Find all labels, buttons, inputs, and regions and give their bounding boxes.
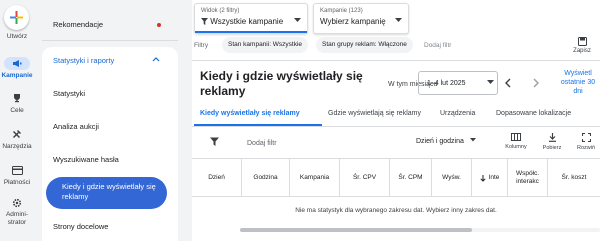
chevron-down-icon	[294, 18, 301, 22]
col-header-interaction-rate[interactable]: Współc. interakc	[508, 159, 548, 197]
rail-item-campaigns[interactable]	[4, 57, 30, 70]
empty-table-message: Nie ma statystyk dla wybranego zakresu d…	[295, 207, 497, 214]
filter-icon	[201, 18, 208, 25]
download-icon	[548, 133, 556, 142]
table-header: Dzień Godzina Kampania Śr. CPV Śr. CPM W…	[192, 159, 600, 197]
rail-label-campaigns: Kampanie	[1, 72, 33, 79]
rail-item-goals[interactable]	[6, 92, 28, 104]
view-dropdown-text: Wszystkie kampanie	[210, 17, 284, 26]
tab-when[interactable]: Kiedy wyświetlały się reklamy	[200, 110, 300, 117]
campaign-dropdown[interactable]: Kampanie (123) Wybierz kampanię	[313, 3, 409, 34]
filters-label: Filtry	[194, 42, 209, 49]
col-header-impressions[interactable]: Wyśw.	[432, 159, 472, 197]
rail-item-tools[interactable]	[6, 128, 28, 140]
notification-dot	[157, 23, 161, 27]
previous-period-icon[interactable]	[505, 78, 511, 88]
col-header-day[interactable]: Dzień	[192, 159, 242, 197]
create-label: Utwórz	[6, 33, 28, 40]
nav-item-landing-pages[interactable]: Strony docelowe	[53, 222, 108, 231]
campaign-dropdown-value: Wybierz kampanię	[320, 17, 386, 26]
chevron-down-icon	[487, 80, 494, 84]
add-filter-link[interactable]: Dodaj filtr	[424, 42, 451, 49]
rail-label-billing: Płatności	[3, 179, 31, 186]
chevron-down-icon	[469, 138, 476, 142]
col-header-campaign[interactable]: Kampania	[290, 159, 340, 197]
columns-icon	[511, 133, 521, 141]
view-dropdown-label: Widok (2 filtry)	[201, 8, 240, 14]
nav-item-statistics[interactable]: Statystyki	[53, 89, 85, 98]
tab-where[interactable]: Gdzie wyświetlają się reklamy	[328, 110, 421, 117]
nav-item-when-where-label: Kiedy i gdzie wyświetlały się reklamy	[62, 182, 156, 201]
nav-divider	[42, 40, 178, 41]
view-dropdown[interactable]: Widok (2 filtry) Wszystkie kampanie	[194, 3, 308, 34]
nav-item-recommendations[interactable]: Rekomendacje	[53, 20, 103, 29]
nav-group-title[interactable]: Statystyki i raporty	[53, 56, 114, 65]
show-last-30-days-link[interactable]: Wyświetl ostatnie 30 dni	[556, 69, 600, 96]
trophy-icon	[14, 94, 20, 103]
rail-item-admin[interactable]	[6, 197, 28, 209]
save-button[interactable]: Zapisz	[567, 37, 597, 54]
filter-chip-adgroup-status[interactable]: Stan grupy reklam: Włączone	[316, 37, 413, 53]
rail-label-goals: Cele	[10, 107, 24, 114]
campaign-dropdown-label: Kampanie (123)	[320, 8, 363, 14]
tools-icon	[13, 130, 21, 138]
plus-icon	[10, 11, 23, 24]
columns-button[interactable]: Kolumny	[500, 133, 532, 150]
horizontal-scrollbar-thumb[interactable]	[240, 228, 472, 232]
date-range-picker[interactable]: 1–4 lut 2025	[418, 71, 498, 95]
tabs-divider	[192, 126, 600, 127]
expand-label: Rozwiń	[576, 145, 596, 151]
col-header-interactions[interactable]: Inte	[472, 159, 508, 197]
col-header-interactions-label: Inte	[488, 174, 500, 181]
nav-item-search-terms[interactable]: Wyszukiwane hasła	[53, 155, 119, 164]
create-button[interactable]	[4, 5, 29, 30]
col-header-avg-cpv[interactable]: Śr. CPV	[340, 159, 390, 197]
download-label: Pobierz	[542, 145, 562, 151]
save-label: Zapisz	[573, 48, 591, 54]
view-dropdown-value: Wszystkie kampanie	[201, 17, 283, 26]
view-dropdown-underline	[195, 31, 307, 33]
gear-icon	[12, 198, 22, 208]
rail-label-admin: Admini- strator	[5, 211, 29, 226]
col-header-avg-cpm[interactable]: Śr. CPM	[390, 159, 432, 197]
table-add-filter[interactable]: Dodaj filtr	[247, 140, 277, 147]
segment-value: Dzień i godzina	[416, 138, 464, 145]
tab-devices[interactable]: Urządzenia	[440, 110, 475, 117]
rail-item-billing[interactable]	[6, 164, 28, 176]
tab-matched-locations[interactable]: Dopasowane lokalizacje	[496, 110, 571, 117]
main-content: Widok (2 filtry) Wszystkie kampanie Kamp…	[192, 0, 600, 241]
date-range-value: 1–4 lut 2025	[427, 80, 466, 87]
chevron-up-icon[interactable]	[152, 56, 160, 62]
left-rail: Utwórz Kampanie Cele Narzędzia Płatności…	[0, 0, 34, 241]
columns-label: Kolumny	[505, 144, 527, 150]
credit-card-icon	[11, 165, 23, 175]
filter-icon[interactable]	[210, 137, 219, 146]
rail-label-tools: Narzędzia	[2, 143, 32, 150]
filter-chip-campaign-status[interactable]: Stan kampanii: Wszystkie	[222, 37, 309, 53]
expand-icon	[581, 133, 591, 142]
chevron-down-icon	[395, 18, 402, 22]
save-icon	[577, 37, 587, 46]
nav-group-reports	[42, 47, 178, 241]
segment-dropdown[interactable]: Dzień i godzina	[416, 138, 476, 145]
next-period-icon[interactable]	[533, 78, 539, 88]
megaphone-icon	[13, 60, 22, 67]
download-button[interactable]: Pobierz	[536, 133, 568, 151]
col-header-hour[interactable]: Godzina	[242, 159, 290, 197]
expand-button[interactable]: Rozwiń	[570, 133, 600, 151]
nav-item-auction-insights[interactable]: Analiza aukcji	[53, 122, 99, 131]
header-divider	[192, 60, 600, 61]
sort-down-icon	[480, 174, 486, 182]
page-title: Kiedy i gdzie wyświetlały się reklamy	[200, 69, 363, 98]
col-header-avg-cost[interactable]: Śr. koszt	[548, 159, 600, 197]
